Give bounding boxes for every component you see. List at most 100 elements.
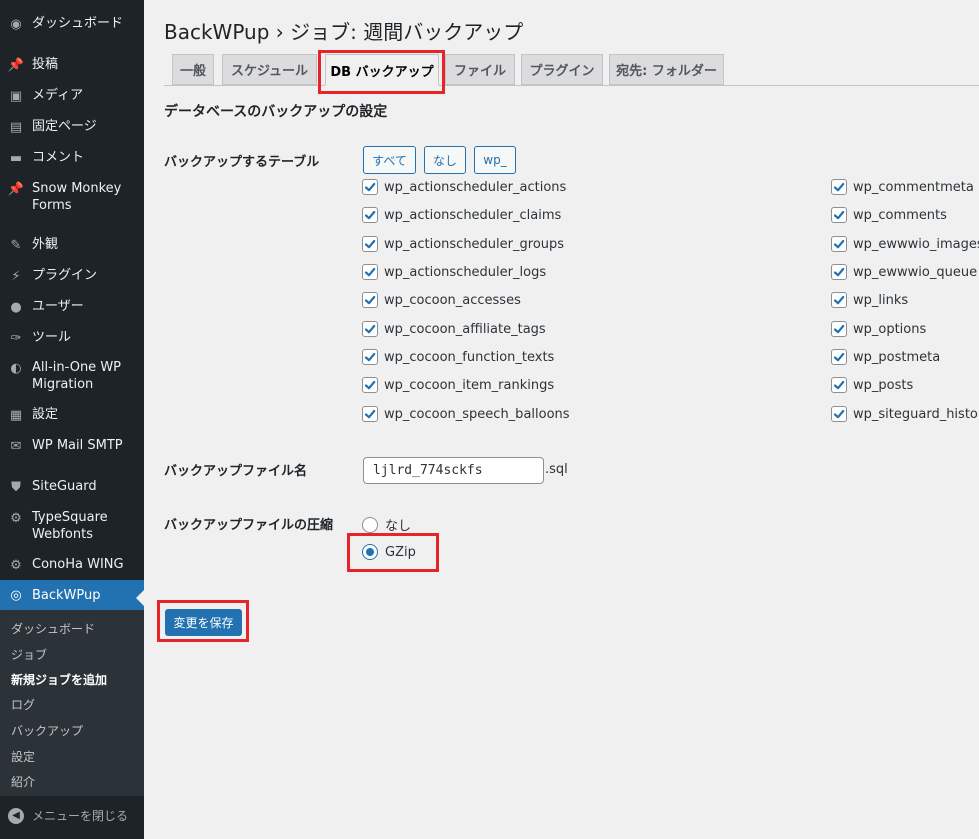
submenu-about[interactable]: 紹介 <box>11 773 35 790</box>
table-item[interactable]: wp_cocoon_affiliate_tags <box>362 321 546 337</box>
table-checkbox[interactable] <box>362 321 378 337</box>
table-checkbox[interactable] <box>831 292 847 308</box>
table-item[interactable]: wp_links <box>831 292 908 308</box>
backwpup-submenu: ダッシュボード ジョブ 新規ジョブを追加 ログ バックアップ 設定 紹介 <box>0 610 144 796</box>
active-menu-arrow <box>136 590 144 606</box>
table-item[interactable]: wp_actionscheduler_groups <box>362 236 564 252</box>
tab-files[interactable]: ファイル <box>445 54 515 85</box>
menu-item-3[interactable]: ▣ メディア <box>0 86 144 110</box>
compression-gzip-radio[interactable] <box>362 544 378 560</box>
table-item[interactable]: wp_options <box>831 321 926 337</box>
select-none-button[interactable]: なし <box>424 146 466 174</box>
table-checkbox[interactable] <box>362 179 378 195</box>
table-checkbox[interactable] <box>831 406 847 422</box>
table-item[interactable]: wp_postmeta <box>831 349 940 365</box>
comment-icon: ▬ <box>9 150 23 166</box>
menu-item-8[interactable]: ⚡ プラグイン <box>0 266 144 290</box>
select-wp-prefix-button[interactable]: wp_ <box>474 146 516 174</box>
table-item[interactable]: wp_comments <box>831 207 947 223</box>
menu-item-12[interactable]: ▦ 設定 <box>0 405 144 429</box>
shield-icon: ⛊ <box>11 479 21 495</box>
menu-item-9[interactable]: ● ユーザー <box>0 297 144 321</box>
table-item[interactable]: wp_siteguard_history <box>831 406 979 422</box>
job-tabs: 一般 スケジュール DB バックアップ ファイル プラグイン 宛先: フォルダー <box>164 54 979 86</box>
table-checkbox[interactable] <box>831 264 847 280</box>
table-checkbox[interactable] <box>362 292 378 308</box>
tab-general[interactable]: 一般 <box>172 54 214 85</box>
submenu-backups[interactable]: バックアップ <box>11 722 83 739</box>
page-title: BackWPup › ジョブ: 週間バックアップ <box>164 20 524 44</box>
filename-extension: .sql <box>545 462 568 477</box>
menu-item-14[interactable]: ⛊ SiteGuard <box>0 477 144 501</box>
menu-item-13[interactable]: ✉ WP Mail SMTP <box>0 436 144 460</box>
tab-schedule[interactable]: スケジュール <box>222 54 317 85</box>
table-checkbox[interactable] <box>362 236 378 252</box>
tab-db-backup[interactable]: DB バックアップ <box>325 54 439 86</box>
menu-item-label: ユーザー <box>32 299 84 314</box>
dashboard-icon: ◉ <box>10 16 22 32</box>
compression-none-option[interactable]: なし <box>362 515 411 534</box>
compression-none-radio[interactable] <box>362 516 378 533</box>
table-item[interactable]: wp_posts <box>831 377 913 393</box>
table-checkbox[interactable] <box>362 406 378 422</box>
table-name: wp_siteguard_history <box>853 406 979 422</box>
table-checkbox[interactable] <box>831 179 847 195</box>
wrench-icon: ✑ <box>10 330 22 346</box>
table-checkbox[interactable] <box>362 377 378 393</box>
compression-gzip-option[interactable]: GZip <box>362 544 416 560</box>
menu-item-label: Snow Monkey Forms <box>32 181 122 213</box>
table-checkbox[interactable] <box>362 207 378 223</box>
table-checkbox[interactable] <box>831 349 847 365</box>
table-name: wp_commentmeta <box>853 179 974 195</box>
table-item[interactable]: wp_actionscheduler_claims <box>362 207 561 223</box>
menu-item-label: WP Mail SMTP <box>32 438 123 453</box>
menu-item-7[interactable]: ✎ 外観 <box>0 235 144 259</box>
table-item[interactable]: wp_ewwwio_queue <box>831 264 977 280</box>
table-item[interactable]: wp_commentmeta <box>831 179 974 195</box>
table-item[interactable]: wp_cocoon_speech_balloons <box>362 406 570 422</box>
menu-item-6[interactable]: 📌 Snow Monkey Forms <box>0 179 144 219</box>
table-item[interactable]: wp_ewwwio_images <box>831 236 979 252</box>
table-name: wp_cocoon_accesses <box>384 292 521 308</box>
menu-item-label: 外観 <box>32 237 59 252</box>
tab-plugins[interactable]: プラグイン <box>521 54 603 85</box>
menu-item-10[interactable]: ✑ ツール <box>0 328 144 352</box>
table-item[interactable]: wp_actionscheduler_logs <box>362 264 546 280</box>
table-checkbox[interactable] <box>831 321 847 337</box>
menu-item-2[interactable]: 📌 投稿 <box>0 55 144 79</box>
table-checkbox[interactable] <box>831 377 847 393</box>
menu-item-11[interactable]: ◐ All-in-One WP Migration <box>0 358 144 398</box>
filename-label: バックアップファイル名 <box>164 464 308 479</box>
table-item[interactable]: wp_actionscheduler_actions <box>362 179 566 195</box>
table-item[interactable]: wp_cocoon_accesses <box>362 292 521 308</box>
table-item[interactable]: wp_cocoon_function_texts <box>362 349 554 365</box>
section-heading: データベースのバックアップの設定 <box>164 104 388 120</box>
menu-item-1[interactable]: ◉ ダッシュボード <box>0 14 144 38</box>
collapse-menu-button[interactable]: ◀ メニューを閉じる <box>8 807 128 824</box>
submenu-add-new-job[interactable]: 新規ジョブを追加 <box>11 671 107 688</box>
table-checkbox[interactable] <box>831 236 847 252</box>
submenu-settings[interactable]: 設定 <box>11 748 35 765</box>
radio-selected-dot <box>366 548 374 556</box>
table-name: wp_ewwwio_queue <box>853 264 978 280</box>
tables-label: バックアップするテーブル <box>164 155 320 170</box>
filename-input[interactable] <box>363 457 544 484</box>
select-all-button[interactable]: すべて <box>363 146 416 174</box>
menu-item-label: ダッシュボード <box>32 16 124 31</box>
menu-item-4[interactable]: ▤ 固定ページ <box>0 117 144 141</box>
table-checkbox[interactable] <box>831 207 847 223</box>
menu-item-17[interactable]: ◎ BackWPup <box>0 580 144 610</box>
menu-item-15[interactable]: ⚙ TypeSquare Webfonts <box>0 508 144 548</box>
tab-destination-folder[interactable]: 宛先: フォルダー <box>609 54 724 85</box>
submenu-dashboard[interactable]: ダッシュボード <box>11 620 95 637</box>
submenu-jobs[interactable]: ジョブ <box>11 646 47 663</box>
menu-item-5[interactable]: ▬ コメント <box>0 148 144 172</box>
table-checkbox[interactable] <box>362 349 378 365</box>
table-name: wp_cocoon_affiliate_tags <box>384 321 546 337</box>
table-checkbox[interactable] <box>362 264 378 280</box>
table-item[interactable]: wp_cocoon_item_rankings <box>362 377 554 393</box>
save-changes-button[interactable]: 変更を保存 <box>165 609 242 636</box>
submenu-logs[interactable]: ログ <box>11 696 35 713</box>
menu-item-16[interactable]: ⚙ ConoHa WING <box>0 555 144 579</box>
collapse-arrow-icon: ◀ <box>8 807 24 824</box>
